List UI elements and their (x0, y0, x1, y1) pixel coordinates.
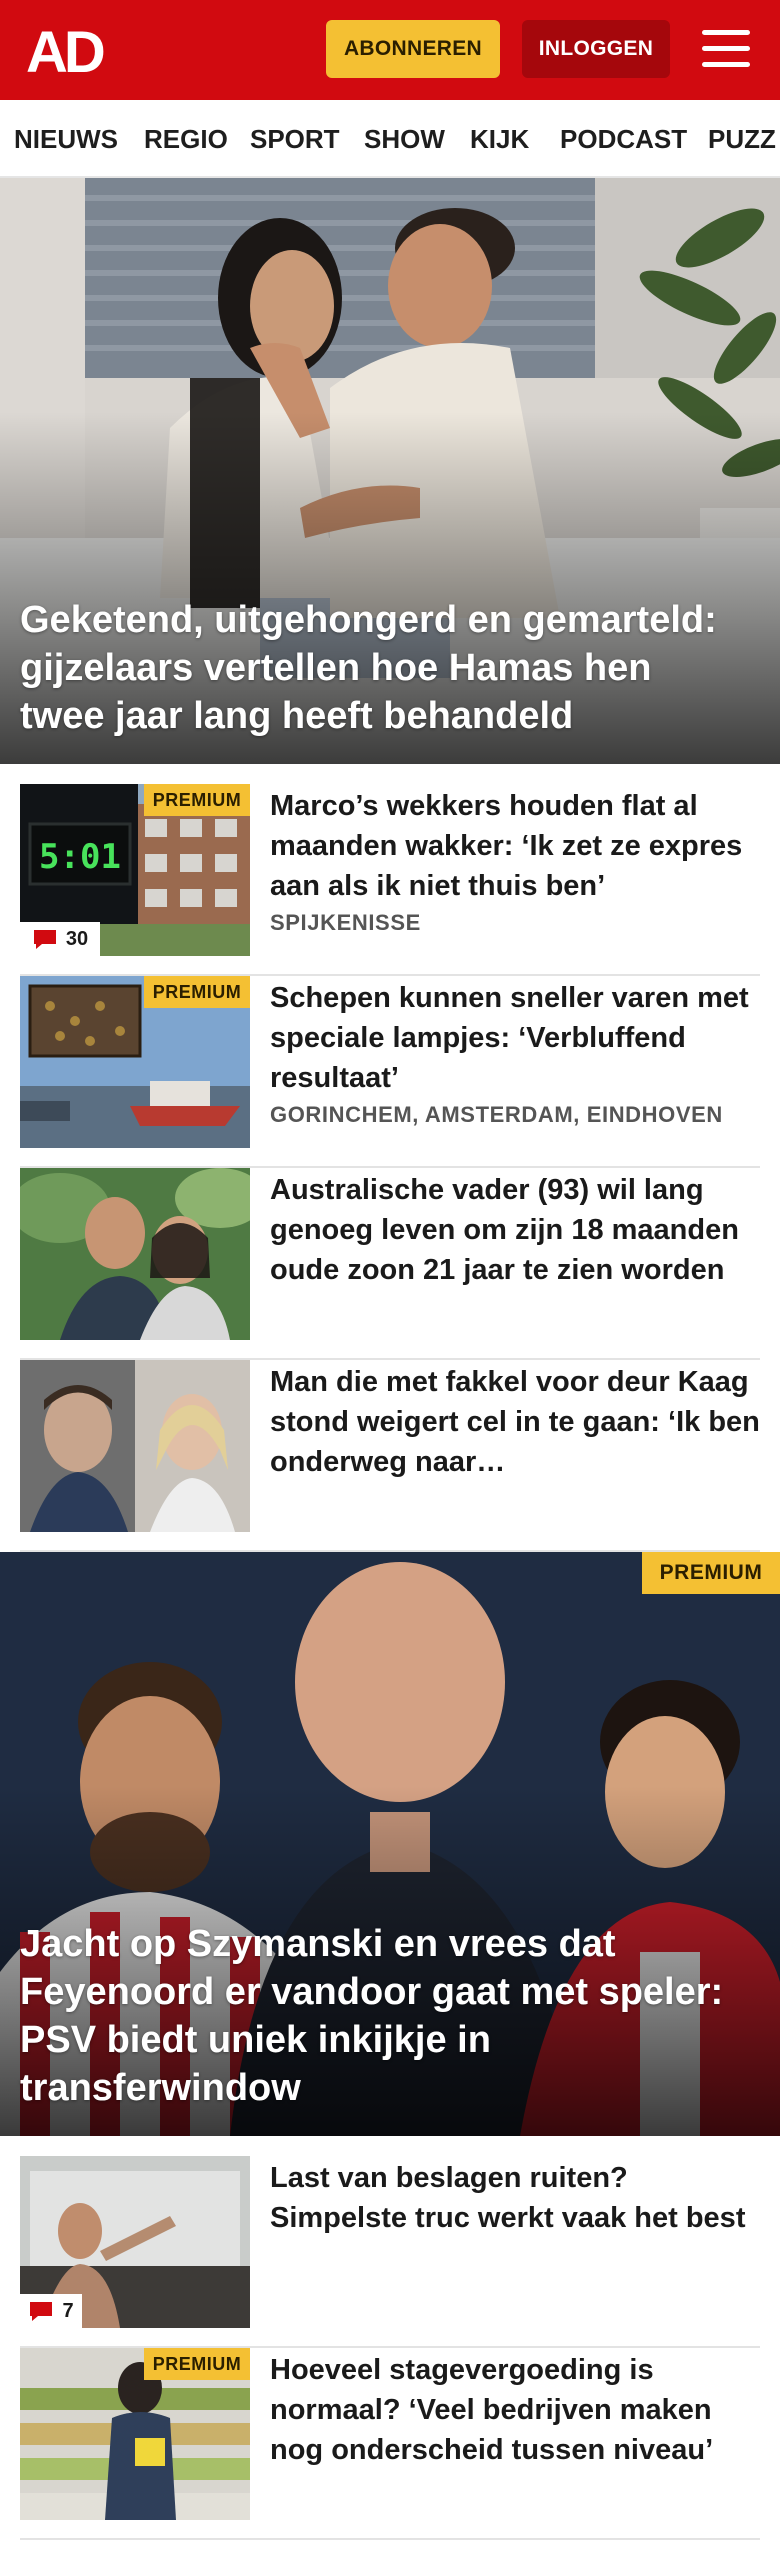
article-location: SPIJKENISSE (270, 910, 421, 935)
nav-item-puzzel[interactable]: PUZZ (708, 100, 776, 176)
svg-text:5:01: 5:01 (39, 837, 121, 877)
comment-count: 7 (62, 2299, 74, 2322)
article-title[interactable]: Australische vader (93) wil lang genoeg … (270, 1170, 760, 1290)
hero-article-hostages[interactable]: Geketend, uitgehongerd en gemarteld: gij… (0, 178, 780, 764)
subscribe-button[interactable]: ABONNEREN (326, 20, 500, 78)
father-couple-photo (20, 1168, 250, 1340)
article-item-alarm-clocks[interactable]: 5:01 PREMIUM 30 Marco’s wekkers houden f… (20, 784, 760, 976)
svg-text:AD: AD (26, 22, 104, 78)
login-button[interactable]: INLOGGEN (522, 20, 670, 78)
article-item-kaag-torch[interactable]: Man die met fakkel voor deur Kaag stond … (20, 1360, 760, 1552)
article-item-internship-pay[interactable]: PREMIUM Hoeveel stagevergoeding is norma… (20, 2348, 760, 2540)
article-thumbnail: 7 (20, 2156, 250, 2328)
kaag-photo (20, 1360, 250, 1532)
nav-item-kijk[interactable]: KIJK (470, 100, 529, 176)
nav-item-sport[interactable]: SPORT (250, 100, 340, 176)
comment-bubble-icon (30, 2302, 53, 2321)
premium-badge: PREMIUM (642, 1552, 780, 1594)
article-thumbnail (20, 1168, 250, 1340)
article-thumbnail: PREMIUM (20, 976, 250, 1148)
nav-item-regio[interactable]: REGIO (144, 100, 228, 176)
article-title[interactable]: Marco’s wekkers houden flat al maanden w… (270, 786, 760, 906)
ad-logo-mark: AD (26, 20, 108, 85)
nav-item-nieuws[interactable]: NIEUWS (14, 100, 118, 176)
premium-badge: PREMIUM (144, 784, 250, 816)
ad-logo[interactable]: AD (26, 20, 116, 85)
comment-count-badge[interactable]: 7 (20, 2294, 82, 2328)
nav-item-podcast[interactable]: PODCAST (560, 100, 687, 176)
hero-article-psv-transfer[interactable]: PREMIUM Jacht op Szymanski en vrees dat … (0, 1552, 780, 2136)
article-item-fogged-windows[interactable]: 7 Last van beslagen ruiten? Simpelste tr… (20, 2156, 760, 2348)
hero-title[interactable]: Geketend, uitgehongerd en gemarteld: gij… (20, 596, 730, 740)
hamburger-menu-icon[interactable] (700, 26, 752, 72)
hero-title[interactable]: Jacht op Szymanski en vrees dat Feyenoor… (20, 1920, 730, 2112)
article-title[interactable]: Hoeveel stagevergoeding is normaal? ‘Vee… (270, 2350, 760, 2470)
article-title[interactable]: Last van beslagen ruiten? Simpelste truc… (270, 2158, 760, 2238)
section-nav: NIEUWS REGIO SPORT SHOW KIJK PODCAST PUZ… (0, 100, 780, 178)
comment-count: 30 (65, 927, 89, 950)
premium-badge: PREMIUM (144, 2348, 250, 2380)
article-title[interactable]: Man die met fakkel voor deur Kaag stond … (270, 1362, 760, 1482)
top-header: AD ABONNEREN INLOGGEN (0, 0, 780, 100)
article-thumbnail: 5:01 PREMIUM 30 (20, 784, 250, 956)
nav-item-show[interactable]: SHOW (364, 100, 445, 176)
comment-count-badge[interactable]: 30 (20, 922, 100, 956)
comment-bubble-icon (33, 930, 56, 949)
article-thumbnail: PREMIUM (20, 2348, 250, 2520)
article-item-ships-lamps[interactable]: PREMIUM Schepen kunnen sneller varen met… (20, 976, 760, 1168)
article-location: GORINCHEM, AMSTERDAM, EINDHOVEN (270, 1102, 723, 1127)
premium-badge: PREMIUM (144, 976, 250, 1008)
article-title[interactable]: Schepen kunnen sneller varen met special… (270, 978, 760, 1098)
article-thumbnail (20, 1360, 250, 1532)
article-item-australian-father[interactable]: Australische vader (93) wil lang genoeg … (20, 1168, 760, 1360)
